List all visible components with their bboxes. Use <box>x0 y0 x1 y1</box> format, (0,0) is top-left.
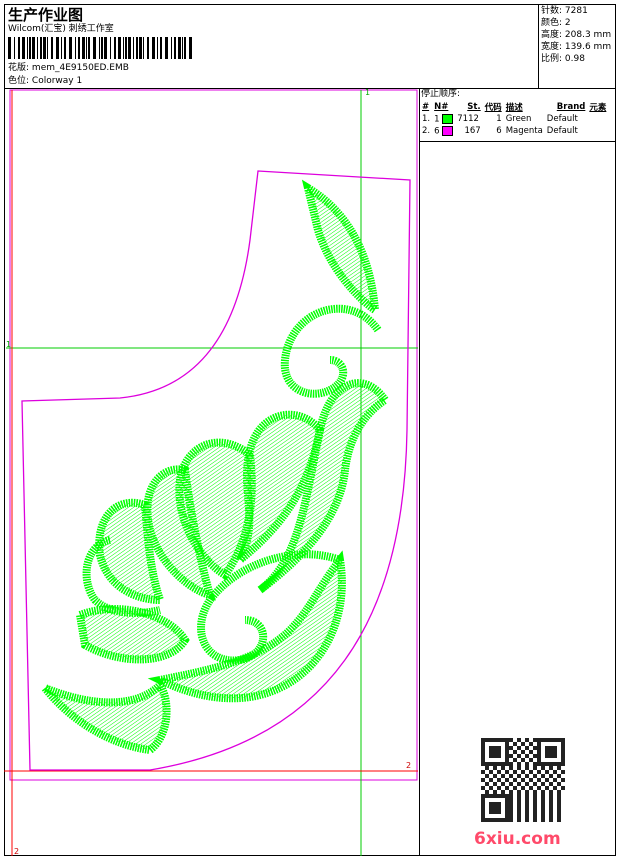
qr-code <box>481 738 565 822</box>
bottom-petal <box>75 605 190 664</box>
watermark-site: 6xiu.com <box>474 829 561 849</box>
guide-v2-label: 2 <box>14 847 20 856</box>
top-leaf <box>301 179 380 318</box>
embroidery-canvas <box>4 89 418 856</box>
guide-v1-label: 1 <box>365 88 371 97</box>
guide-h2-label: 2 <box>406 761 412 770</box>
guide-h1-label: 1 <box>6 340 12 349</box>
bottom-leaf <box>32 678 171 755</box>
embroidery-motif <box>32 179 391 755</box>
